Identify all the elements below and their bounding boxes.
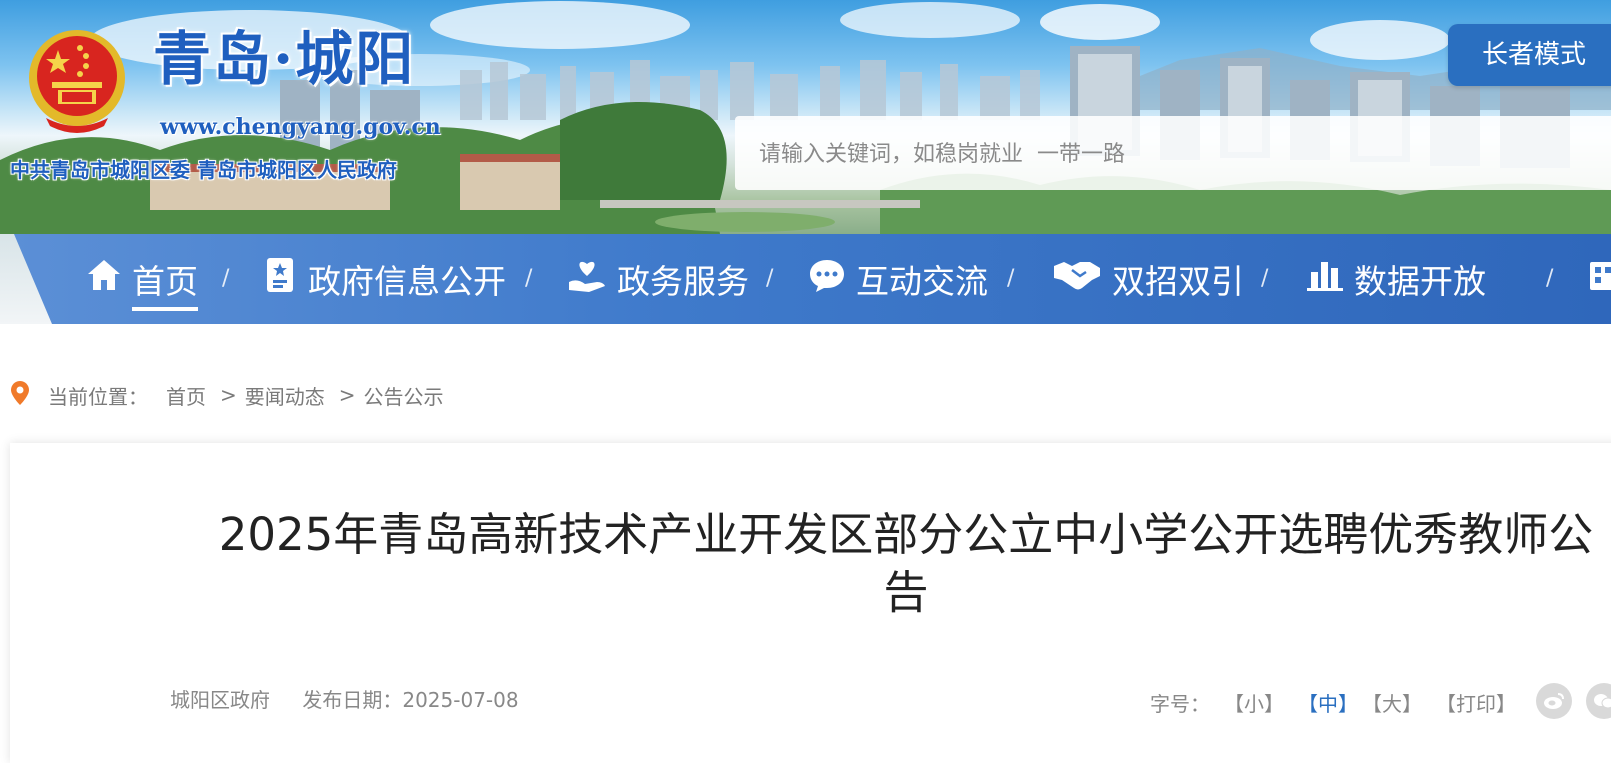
elder-mode-button[interactable]: 长者模式 [1448, 24, 1611, 86]
breadcrumb-link-home[interactable]: 首页 [166, 381, 206, 410]
header-banner: 青岛·城阳 www.chengyang.gov.cn 中共青岛市城阳区委 青岛市… [0, 0, 1611, 234]
breadcrumb-separator: > [338, 383, 356, 407]
breadcrumb-link-news[interactable]: 要闻动态 [245, 381, 325, 410]
breadcrumb-label: 当前位置： [48, 384, 148, 409]
handshake-icon [1052, 258, 1102, 300]
nav-item-open-data[interactable]: 数据开放 [1306, 234, 1486, 324]
site-url: www.chengyang.gov.cn [160, 114, 441, 140]
article-tools: 字号： 【小】 【中】 【大】 【打印】 [1150, 688, 1516, 717]
article-meta: 城阳区政府 发布日期：2025-07-08 [170, 684, 519, 713]
home-icon [86, 258, 122, 300]
nav-label-open-data: 数据开放 [1354, 262, 1486, 301]
font-size-medium-button[interactable]: 【中】 [1298, 688, 1358, 717]
nav-label-interaction: 互动交流 [856, 262, 988, 301]
nav-item-gov-services[interactable]: 政务服务 [567, 234, 749, 324]
article-date: 2025-07-08 [402, 688, 519, 712]
breadcrumb-link-announcements[interactable]: 公告公示 [364, 381, 444, 410]
nav-label-gov-services: 政务服务 [617, 262, 749, 301]
nav-item-more[interactable] [1588, 234, 1611, 324]
nav-item-investment[interactable]: 双招双引 [1052, 234, 1244, 324]
nav-separator: / [525, 266, 533, 291]
chat-bubble-icon [808, 257, 846, 301]
nav-separator: / [222, 266, 230, 291]
font-size-large-button[interactable]: 【大】 [1362, 688, 1422, 717]
font-size-label: 字号： [1150, 692, 1210, 716]
site-subtitle: 中共青岛市城阳区委 青岛市城阳区人民政府 [10, 158, 397, 182]
search-input[interactable] [757, 116, 1461, 192]
nav-separator: / [1261, 266, 1269, 291]
nav-separator: / [766, 266, 774, 291]
nav-item-gov-info[interactable]: 政府信息公开 [264, 234, 506, 324]
breadcrumb: 当前位置： 首页 > 要闻动态 > 公告公示 [10, 380, 444, 410]
breadcrumb-separator: > [220, 383, 237, 407]
print-button[interactable]: 【打印】 [1436, 688, 1516, 717]
search-box [735, 116, 1611, 192]
nav-item-interaction[interactable]: 互动交流 [808, 234, 988, 324]
weibo-icon[interactable] [1536, 683, 1572, 719]
nav-label-gov-info: 政府信息公开 [308, 262, 506, 301]
nav-item-home[interactable]: 首页 [86, 234, 198, 324]
article-source: 城阳区政府 [170, 688, 270, 712]
font-size-small-button[interactable]: 【小】 [1224, 688, 1284, 717]
bar-chart-icon [1306, 258, 1344, 300]
location-pin-icon [10, 380, 30, 411]
nav-separator: / [1007, 266, 1015, 291]
article-title: 2025年青岛高新技术产业开发区部分公立中小学公开选聘优秀教师公告 [218, 508, 1594, 619]
article-date-label: 发布日期： [302, 688, 403, 712]
nav-label-home: 首页 [132, 255, 198, 311]
hand-heart-icon [567, 256, 607, 302]
nav-label-investment: 双招双引 [1112, 262, 1244, 301]
site-title: 青岛·城阳 [153, 25, 416, 93]
document-icon [264, 256, 298, 302]
grid-icon [1588, 258, 1611, 300]
nav-separator: / [1546, 266, 1554, 291]
national-emblem-logo [29, 30, 125, 133]
